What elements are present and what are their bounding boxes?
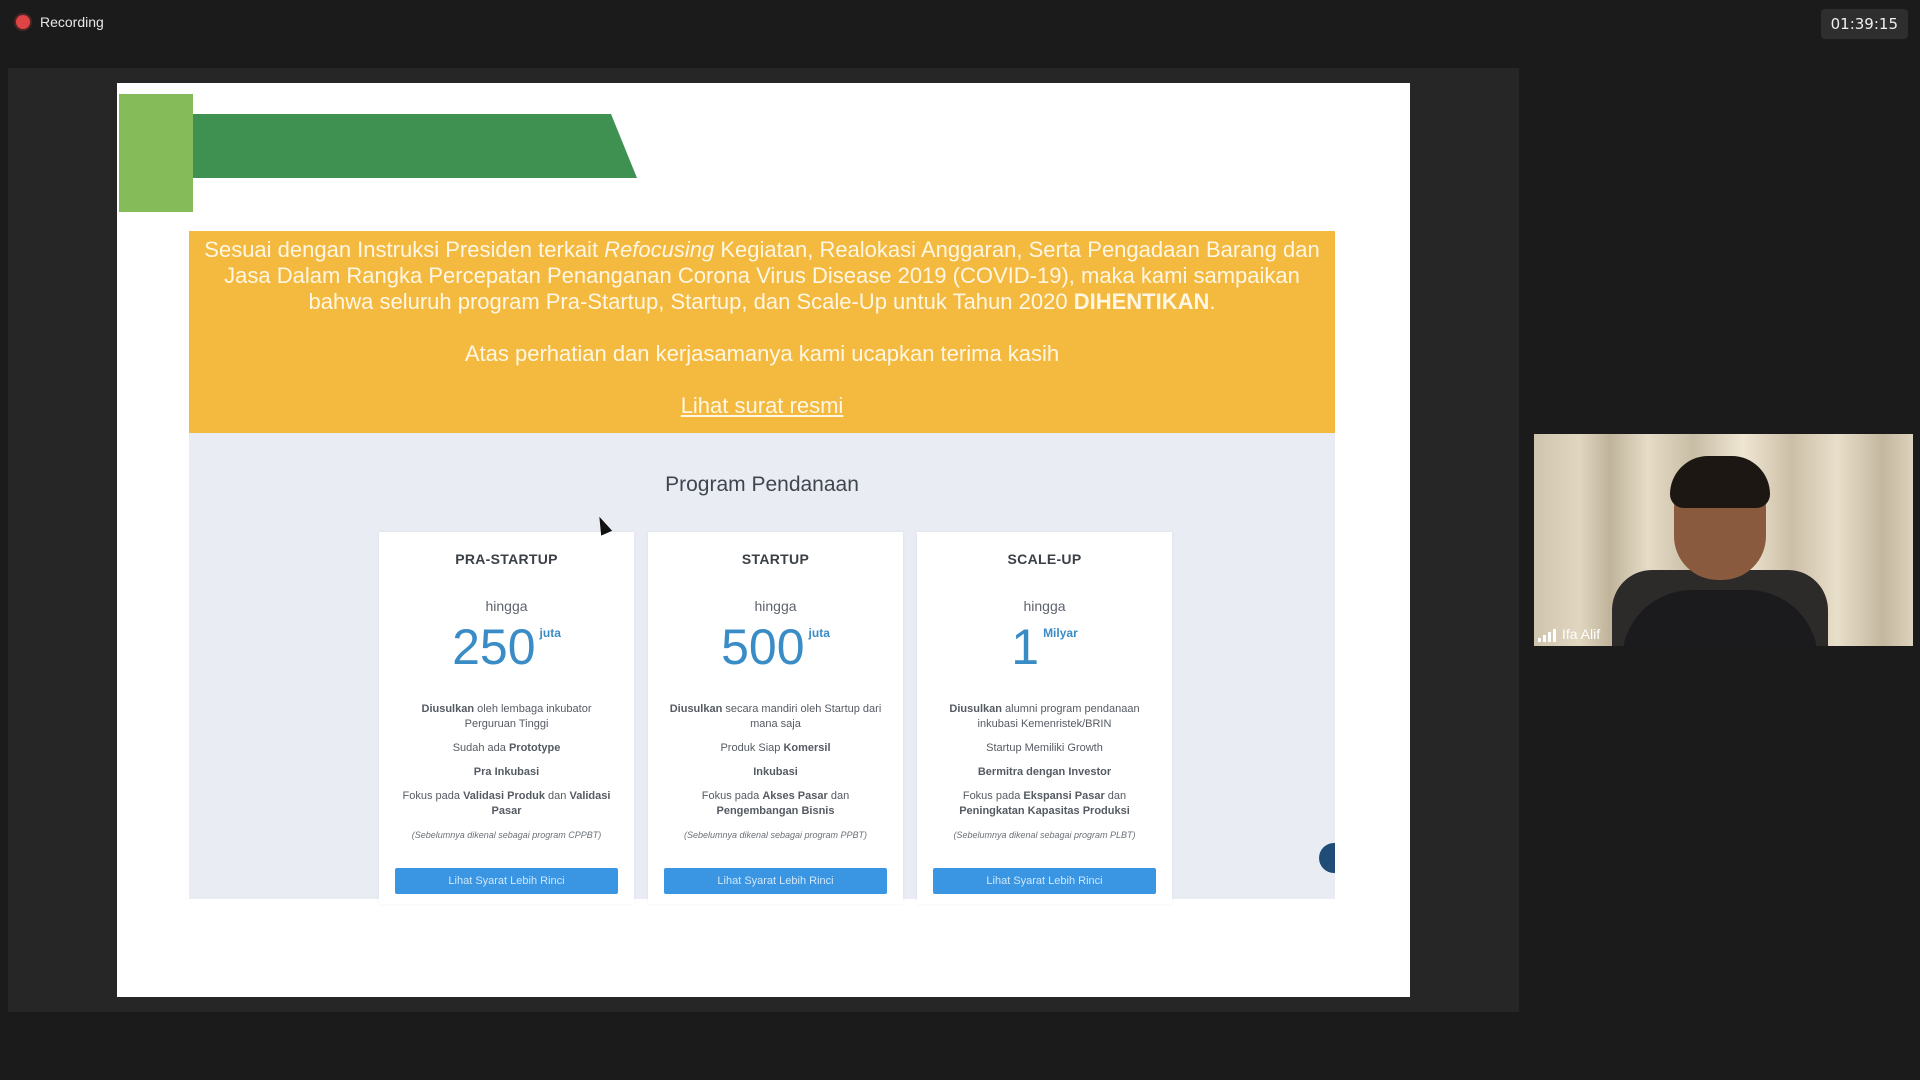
card-price: 250 juta (379, 622, 634, 672)
announcement-text: Sesuai dengan Instruksi Presiden terkait… (204, 237, 1320, 314)
card-title: STARTUP (741, 551, 810, 567)
card-upto: hingga (1023, 598, 1066, 614)
recording-indicator: Recording (16, 14, 104, 30)
price-unit: Milyar (1043, 626, 1078, 640)
feature-item: Sudah ada Prototype (452, 742, 561, 754)
price-amount: 1 (1011, 619, 1040, 675)
card-title: SCALE-UP (1007, 551, 1082, 567)
shared-slide: Sesuai dengan Instruksi Presiden terkait… (117, 83, 1410, 997)
feature-note: (Sebelumnya dikenal sebagai program PPBT… (683, 830, 868, 840)
feature-item: Inkubasi (753, 766, 798, 778)
feature-note: (Sebelumnya dikenal sebagai program PLBT… (953, 830, 1136, 840)
feature-item: Produk Siap Komersil (720, 742, 831, 754)
feature-item: Diusulkan oleh lembaga inkubator Perguru… (421, 703, 592, 730)
card-features: Diusulkan secara mandiri oleh Startup da… (648, 702, 903, 843)
participant-name: Ifa Alif (1562, 626, 1601, 642)
participant-avatar (1612, 452, 1828, 646)
details-button[interactable]: Lihat Syarat Lebih Rinci (664, 868, 887, 894)
funding-program-section: Program Pendanaan PRA-STARTUP hingga 250… (189, 433, 1335, 904)
card-upto: hingga (485, 598, 528, 614)
program-card-scale-up: SCALE-UP hingga 1 Milyar Diusulkan alumn… (917, 532, 1172, 904)
official-letter-link[interactable]: Lihat surat resmi (681, 393, 844, 419)
card-features: Diusulkan oleh lembaga inkubator Perguru… (379, 702, 634, 843)
meeting-timer: 01:39:15 (1820, 9, 1908, 39)
participant-video[interactable]: Ifa Alif (1534, 434, 1913, 646)
section-title: Program Pendanaan (665, 473, 859, 496)
feature-item: Diusulkan alumni program pendanaan inkub… (949, 703, 1140, 730)
recording-label: Recording (40, 14, 104, 30)
details-button[interactable]: Lihat Syarat Lebih Rinci (395, 868, 618, 894)
feature-item: Pra Inkubasi (473, 766, 540, 778)
announcement-banner: Sesuai dengan Instruksi Presiden terkait… (189, 231, 1335, 433)
details-button[interactable]: Lihat Syarat Lebih Rinci (933, 868, 1156, 894)
feature-item: Fokus pada Validasi Produk dan Validasi … (402, 790, 611, 817)
card-price: 500 juta (648, 622, 903, 672)
card-title: PRA-STARTUP (455, 551, 558, 567)
price-unit: juta (539, 626, 561, 640)
scroll-top-icon[interactable] (1319, 843, 1335, 873)
slide-decoration-block (119, 94, 193, 212)
feature-note: (Sebelumnya dikenal sebagai program CPPB… (411, 830, 602, 840)
participant-name-tag: Ifa Alif (1538, 626, 1600, 642)
program-card-pra-startup: PRA-STARTUP hingga 250 juta Diusulkan ol… (379, 532, 634, 904)
feature-item: Fokus pada Akses Pasar dan Pengembangan … (701, 790, 850, 817)
card-price: 1 Milyar (917, 622, 1172, 672)
announcement-thanks: Atas perhatian dan kerjasamanya kami uca… (464, 341, 1060, 366)
record-icon (16, 15, 30, 29)
feature-item: Diusulkan secara mandiri oleh Startup da… (669, 703, 882, 730)
feature-item: Bermitra dengan Investor (977, 766, 1112, 778)
price-amount: 500 (721, 619, 805, 675)
program-cards: PRA-STARTUP hingga 250 juta Diusulkan ol… (379, 532, 1172, 904)
feature-item: Fokus pada Ekspansi Pasar dan Peningkata… (959, 790, 1130, 817)
card-upto: hingga (754, 598, 797, 614)
program-card-startup: STARTUP hingga 500 juta Diusulkan secara… (648, 532, 903, 904)
slide-decoration-bar (193, 114, 637, 178)
card-features: Diusulkan alumni program pendanaan inkub… (917, 702, 1172, 843)
price-amount: 250 (452, 619, 536, 675)
feature-item: Startup Memiliki Growth (986, 742, 1103, 754)
signal-strength-icon (1538, 629, 1556, 642)
price-unit: juta (808, 626, 830, 640)
